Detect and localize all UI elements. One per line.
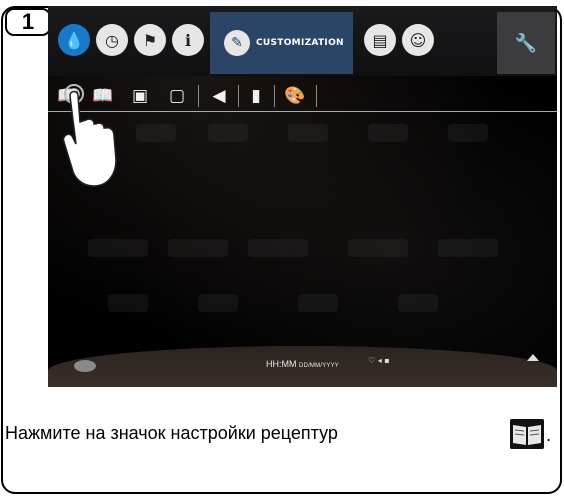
faded-item <box>298 294 338 312</box>
tab-customization[interactable]: ✎ CUSTOMIZATION <box>210 12 353 74</box>
faded-row <box>48 294 557 314</box>
arrow-up-icon[interactable] <box>527 354 539 361</box>
date-time-display: HH:MM DD/MM/YYYY <box>48 359 557 369</box>
faded-row <box>48 124 557 144</box>
caption-period: . <box>546 425 552 445</box>
calendar-icon[interactable]: ▤ <box>364 24 396 56</box>
user-icon[interactable]: ☺ <box>402 24 434 56</box>
faded-item <box>368 124 408 142</box>
screen-image-icon[interactable]: ▢ <box>162 84 192 108</box>
faded-item <box>398 294 438 312</box>
recipe-book-icon <box>510 419 544 449</box>
subtab-divider <box>316 85 317 107</box>
faded-item <box>438 239 498 257</box>
pen-icon: ✎ <box>224 30 250 56</box>
time-text: HH:MM <box>265 359 297 369</box>
tab-customization-label: CUSTOMIZATION <box>256 38 344 48</box>
status-icons: ♡ ◂ ▪ <box>368 356 390 365</box>
faded-item <box>198 294 238 312</box>
info-icon[interactable]: ℹ <box>172 24 204 56</box>
subtab-divider <box>274 85 275 107</box>
faded-item <box>88 239 148 257</box>
faded-item <box>348 239 408 257</box>
device-screen: 💧 ◷ ⚑ ℹ ✎ CUSTOMIZATION ▤ ☺ 🔧 📖 📖 ▣ ▢ ◀ … <box>48 6 557 387</box>
top-tab-bar: 💧 ◷ ⚑ ℹ ✎ CUSTOMIZATION ▤ ☺ 🔧 <box>48 6 557 76</box>
instruction-text: Нажмите на значок настройки рецептур <box>5 423 338 443</box>
step-number-badge: 1 <box>5 8 51 36</box>
palette-icon[interactable]: 🎨 <box>280 84 310 108</box>
faded-item <box>168 239 228 257</box>
faded-item <box>248 239 308 257</box>
flag-icon[interactable]: ⚑ <box>134 24 166 56</box>
faded-item <box>288 124 328 142</box>
faded-item <box>108 294 148 312</box>
faded-row <box>48 239 557 259</box>
subtab-divider <box>238 85 239 107</box>
clock-icon[interactable]: ◷ <box>96 24 128 56</box>
speaker-icon[interactable]: ◀ <box>204 84 234 108</box>
subtab-divider <box>198 85 199 107</box>
wrench-icon[interactable]: 🔧 <box>497 12 555 74</box>
faded-item <box>136 124 176 142</box>
faded-item <box>208 124 248 142</box>
water-drop-icon[interactable]: 💧 <box>58 24 90 56</box>
faded-item <box>448 124 488 142</box>
battery-icon[interactable]: ▮ <box>244 84 268 108</box>
date-text: DD/MM/YYYY <box>299 363 340 369</box>
